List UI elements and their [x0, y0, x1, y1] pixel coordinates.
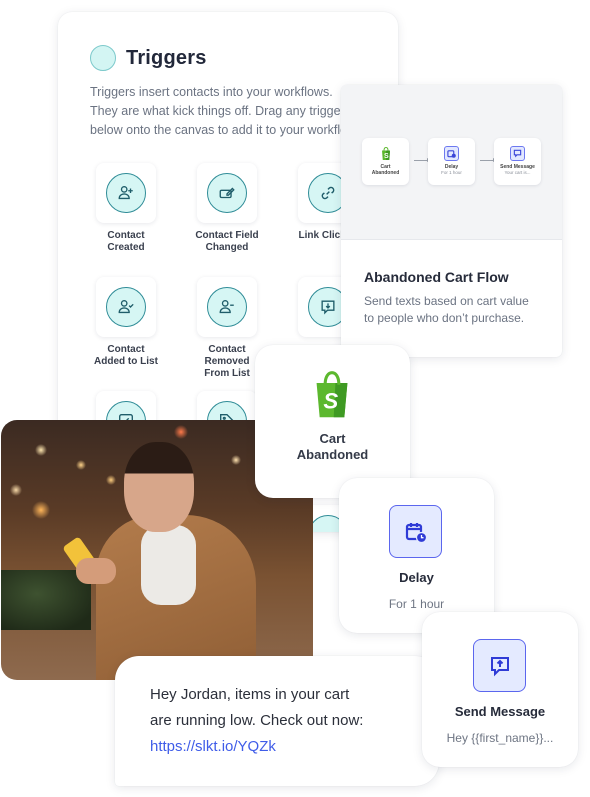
flow-description: Send texts based on cart value to people…: [364, 294, 529, 325]
shopify-bag-icon: S: [311, 371, 353, 424]
flow-title: Abandoned Cart Flow: [364, 269, 509, 285]
abandoned-cart-flow-card[interactable]: S Cart Abandoned Delay For 1 hour Send M…: [341, 85, 562, 357]
trigger-label: Contact Created: [107, 230, 145, 253]
send-message-title: Send Message: [454, 704, 546, 719]
calendar-clock-icon: [389, 505, 442, 558]
message-upload-icon: [473, 639, 526, 692]
link-icon: [321, 186, 335, 200]
mini-node-send-message: Send Message Your cart is...: [494, 138, 541, 185]
trigger-label: Contact Added to List: [94, 344, 158, 367]
user-plus-icon: [118, 186, 133, 200]
svg-text:S: S: [384, 153, 389, 160]
user-check-icon: [118, 300, 134, 314]
triggers-dot-icon: [90, 45, 116, 71]
sms-link[interactable]: https://slkt.io/YQZk: [150, 734, 363, 760]
user-minus-icon: [219, 300, 234, 314]
shopify-icon: S: [378, 146, 393, 161]
cart-abandoned-node[interactable]: S Cart Abandoned: [255, 345, 410, 498]
trigger-contact-created[interactable]: [96, 163, 156, 223]
triggers-title: Triggers: [126, 46, 207, 69]
send-message-subtitle: Hey {{first_name}}...: [446, 731, 554, 745]
sms-text: Hey Jordan, items in your cart are runni…: [150, 682, 363, 760]
flow-canvas-preview: S Cart Abandoned Delay For 1 hour Send M…: [341, 85, 562, 240]
edit-field-icon: [219, 187, 235, 199]
mini-node-delay: Delay For 1 hour: [428, 138, 475, 185]
send-message-node[interactable]: Send Message Hey {{first_name}}...: [422, 612, 578, 767]
message-download-icon: [321, 300, 335, 315]
triggers-header: Triggers: [90, 45, 207, 71]
message-upload-icon: [510, 146, 525, 161]
trigger-contact-removed-from-list[interactable]: [197, 277, 257, 337]
sms-message-bubble: Hey Jordan, items in your cart are runni…: [115, 656, 439, 786]
delay-title: Delay: [399, 570, 434, 585]
svg-text:S: S: [323, 389, 338, 414]
trigger-contact-field-changed[interactable]: [197, 163, 257, 223]
mini-node-cart-abandoned: S Cart Abandoned: [362, 138, 409, 185]
trigger-label: Contact Field Changed: [195, 230, 259, 253]
delay-subtitle: For 1 hour: [388, 597, 445, 611]
delay-node[interactable]: Delay For 1 hour: [339, 478, 494, 633]
calendar-clock-icon: [444, 146, 459, 161]
trigger-contact-added-to-list[interactable]: [96, 277, 156, 337]
cart-abandoned-label: Cart Abandoned: [296, 431, 369, 462]
